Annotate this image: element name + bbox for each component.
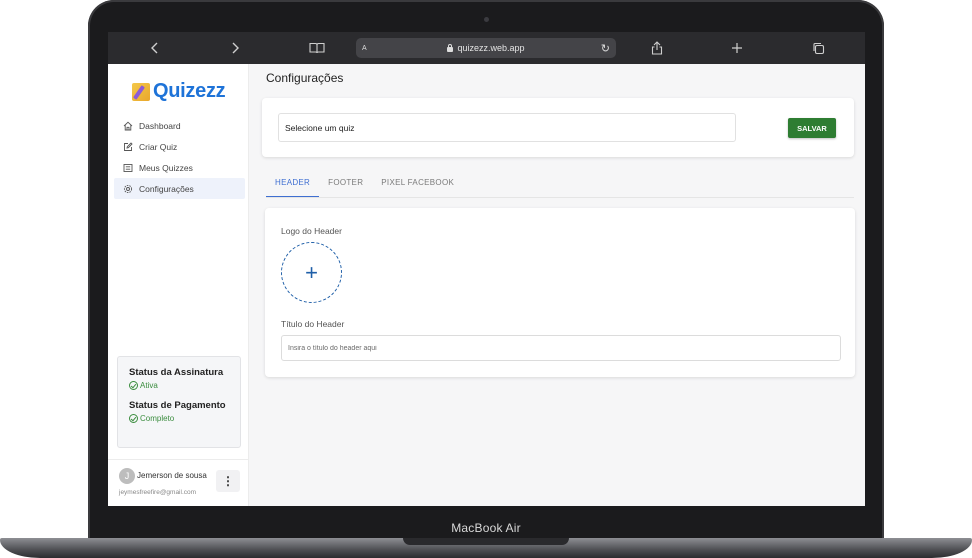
quiz-select[interactable]: Selecione um quiz xyxy=(278,113,736,142)
sidebar-item-label: Meus Quizzes xyxy=(139,162,193,173)
sidebar-item-label: Configurações xyxy=(139,183,194,194)
save-button[interactable]: SALVAR xyxy=(788,118,836,138)
tabs-overview-icon[interactable] xyxy=(807,38,829,58)
subscription-status-title: Status da Assinatura xyxy=(129,367,224,378)
page-title: Configurações xyxy=(266,71,344,85)
device-label: MacBook Air xyxy=(451,521,521,535)
sidebar-nav: Dashboard Criar Quiz Meus Quizzes Config… xyxy=(114,115,245,199)
url-text: quizezz.web.app xyxy=(457,43,525,53)
laptop-stage: A quizezz.web.app ↻ Quizezz Dashboard Cr… xyxy=(0,0,972,558)
quiz-selector-card: Selecione um quiz SALVAR xyxy=(262,98,854,157)
logo-text: Quizezz xyxy=(153,80,226,102)
title-header-input[interactable] xyxy=(281,335,841,361)
pencil-notepad-icon xyxy=(132,82,150,101)
user-profile: J Jemerson de sousa jeymesfreefire@gmail… xyxy=(108,459,249,506)
sidebar-item-meus-quizzes[interactable]: Meus Quizzes xyxy=(114,157,245,178)
camera-dot xyxy=(484,17,489,22)
app-logo[interactable]: Quizezz xyxy=(132,80,226,103)
laptop-base-notch xyxy=(403,538,569,545)
check-circle-icon xyxy=(129,414,138,423)
list-icon xyxy=(123,163,133,173)
more-vertical-icon[interactable]: ⋮ xyxy=(216,470,240,492)
back-chevron-icon[interactable] xyxy=(144,38,166,58)
main-content: Configurações Selecione um quiz SALVAR H… xyxy=(249,64,865,506)
subscription-status-text: Ativa xyxy=(140,381,158,390)
browser-toolbar: A quizezz.web.app ↻ xyxy=(108,32,865,64)
header-settings-card: Logo do Header + Título do Header xyxy=(265,208,855,377)
reader-aa-label[interactable]: A xyxy=(362,45,367,52)
payment-status-text: Completo xyxy=(140,414,175,423)
address-bar[interactable]: A quizezz.web.app ↻ xyxy=(356,38,616,58)
payment-status-value: Completo xyxy=(129,414,229,423)
edit-icon xyxy=(123,141,133,152)
share-icon[interactable] xyxy=(646,38,668,58)
payment-status-title: Status de Pagamento xyxy=(129,400,226,411)
check-circle-icon xyxy=(129,381,138,390)
new-tab-plus-icon[interactable] xyxy=(726,38,748,58)
lock-icon xyxy=(447,43,454,52)
gear-icon xyxy=(123,184,133,194)
user-email: jeymesfreefire@gmail.com xyxy=(119,489,197,496)
subscription-status-value: Ativa xyxy=(129,381,229,390)
bookmarks-book-icon[interactable] xyxy=(306,38,328,58)
app-root: Quizezz Dashboard Criar Quiz Meus Quizze… xyxy=(108,64,865,506)
logo-header-label: Logo do Header xyxy=(281,226,342,236)
tab-header[interactable]: HEADER xyxy=(266,172,320,198)
tabs-divider xyxy=(266,197,854,198)
sidebar-item-label: Dashboard xyxy=(139,120,181,131)
tab-pixel-facebook[interactable]: PIXEL FACEBOOK xyxy=(372,172,463,198)
user-name: Jemerson de sousa xyxy=(137,471,207,480)
avatar[interactable]: J xyxy=(119,468,135,484)
subscription-status-card: Status da Assinatura Ativa Status de Pag… xyxy=(117,356,241,448)
sidebar: Quizezz Dashboard Criar Quiz Meus Quizze… xyxy=(108,64,249,506)
title-header-label: Título do Header xyxy=(281,319,345,329)
sidebar-item-configuracoes[interactable]: Configurações xyxy=(114,178,245,199)
sidebar-item-criar-quiz[interactable]: Criar Quiz xyxy=(114,136,245,157)
sidebar-item-label: Criar Quiz xyxy=(139,141,178,152)
forward-chevron-icon[interactable] xyxy=(224,38,246,58)
tab-footer[interactable]: FOOTER xyxy=(319,172,372,198)
logo-upload-plus-icon[interactable]: + xyxy=(281,242,342,303)
settings-tabs: HEADER FOOTER PIXEL FACEBOOK xyxy=(266,172,854,198)
screen: A quizezz.web.app ↻ Quizezz Dashboard Cr… xyxy=(108,32,865,506)
sidebar-item-dashboard[interactable]: Dashboard xyxy=(114,115,245,136)
reload-icon[interactable]: ↻ xyxy=(601,42,610,55)
home-icon xyxy=(123,121,133,131)
